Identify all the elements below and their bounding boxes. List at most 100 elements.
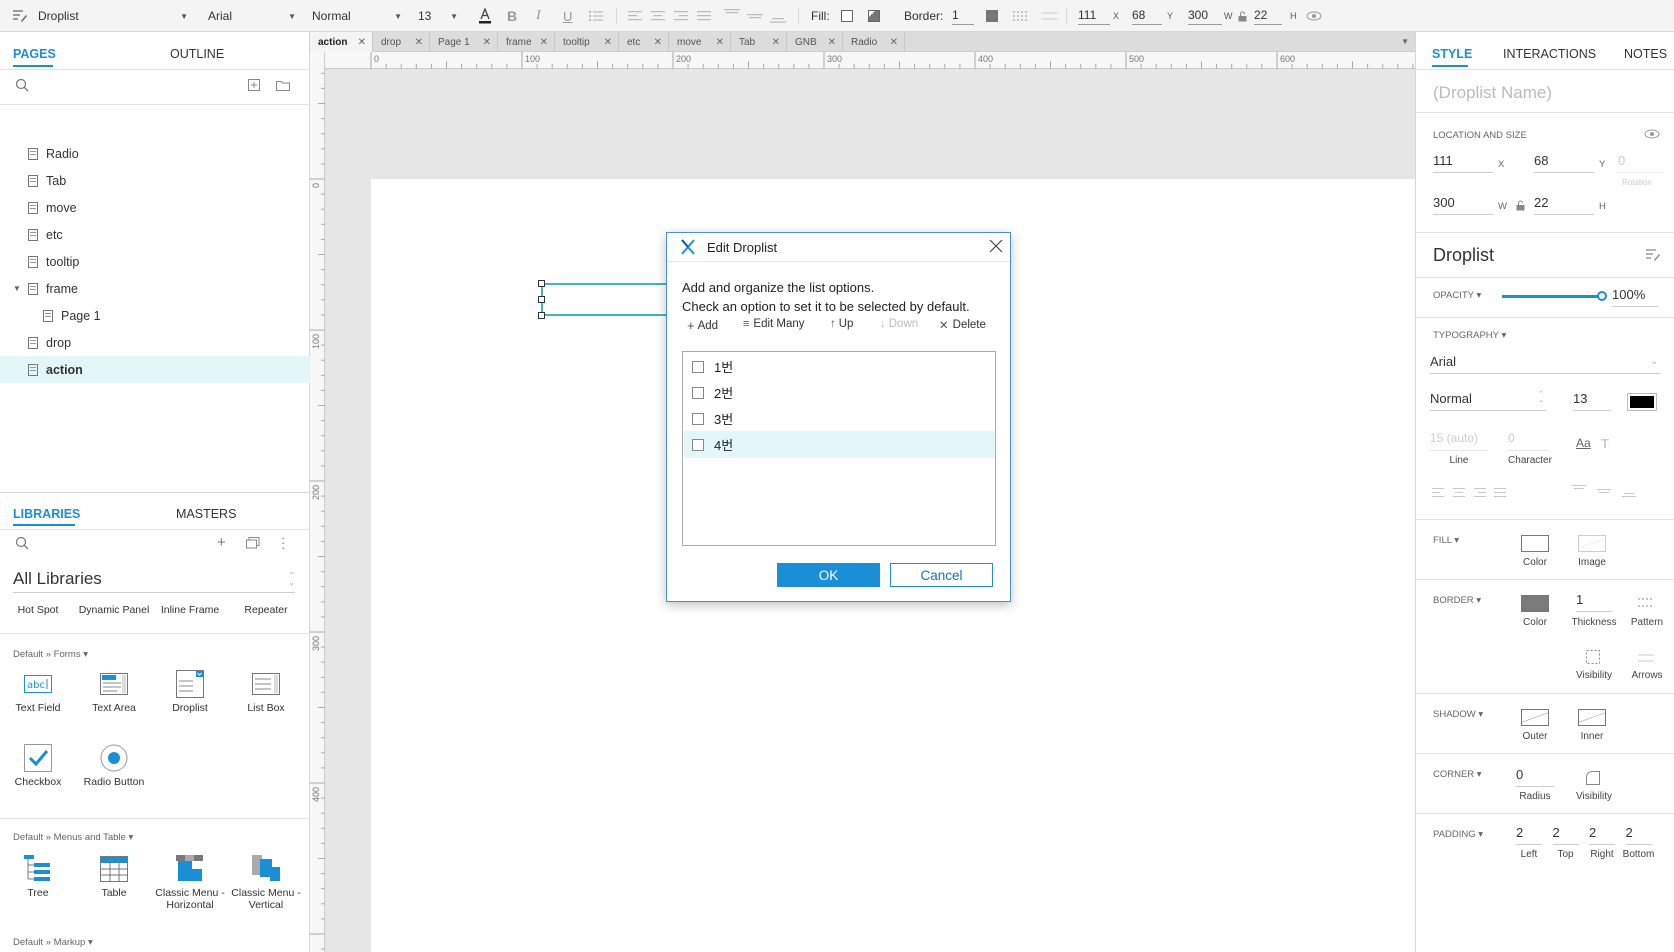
- x-field[interactable]: 111: [1078, 0, 1110, 32]
- add-folder-icon[interactable]: [276, 79, 290, 94]
- h-field[interactable]: 22: [1254, 0, 1282, 32]
- close-icon[interactable]: ✕: [890, 37, 898, 48]
- option-row[interactable]: 4번: [684, 431, 995, 458]
- corner-visibility-icon[interactable]: [1586, 771, 1600, 788]
- line-height-input[interactable]: 15 (auto): [1430, 431, 1488, 451]
- section-forms[interactable]: Default » Forms ▾: [13, 649, 88, 660]
- tab-frame[interactable]: frame ✕: [498, 32, 555, 52]
- text-shadow-icon[interactable]: T: [1601, 436, 1609, 451]
- font-family-select[interactable]: Arial ⌄: [1430, 354, 1660, 374]
- tab-outline[interactable]: OUTLINE: [170, 47, 224, 61]
- option-row[interactable]: 3번: [684, 405, 995, 432]
- edit-many-button[interactable]: ≡ Edit Many: [743, 318, 805, 330]
- lib-item[interactable]: Repeater: [228, 604, 304, 616]
- option-checkbox[interactable]: [692, 438, 704, 451]
- x-input[interactable]: 111: [1433, 153, 1493, 173]
- close-icon[interactable]: ✕: [540, 37, 548, 48]
- close-icon[interactable]: ✕: [828, 37, 836, 48]
- library-options-icon[interactable]: [246, 537, 260, 552]
- option-checkbox[interactable]: [692, 386, 704, 399]
- w-input[interactable]: 300: [1433, 195, 1493, 215]
- selected-droplist-widget[interactable]: [541, 283, 671, 316]
- page-tree-item[interactable]: Page 1: [0, 302, 310, 329]
- move-down-button[interactable]: ↓ Down: [880, 318, 918, 330]
- arrow-style-icon[interactable]: [1042, 0, 1058, 32]
- shadow-swatch[interactable]: [868, 0, 880, 32]
- lib-text-area[interactable]: Text Area: [76, 672, 152, 714]
- valign-top-icon[interactable]: [724, 0, 740, 32]
- y-input[interactable]: 68: [1534, 153, 1594, 173]
- y-field[interactable]: 68: [1132, 0, 1162, 32]
- close-icon[interactable]: ✕: [654, 37, 662, 48]
- tab-drop[interactable]: drop ✕: [373, 32, 430, 52]
- more-options-icon[interactable]: · · ·: [281, 531, 285, 554]
- search-icon[interactable]: [15, 78, 29, 95]
- option-checkbox[interactable]: [692, 412, 704, 425]
- shadow-section-label[interactable]: SHADOW ▾: [1433, 709, 1483, 720]
- corner-section-label[interactable]: CORNER ▾: [1433, 769, 1482, 780]
- font-weight-select[interactable]: Normal ⌃ ⌄: [1430, 391, 1546, 411]
- font-size-input[interactable]: 13: [1573, 391, 1611, 411]
- close-icon[interactable]: ✕: [716, 37, 724, 48]
- opacity-slider-knob[interactable]: [1597, 291, 1607, 301]
- widget-type-select[interactable]: Droplist ▼: [38, 0, 188, 32]
- lib-classic-menu-horizontal[interactable]: Classic Menu - Horizontal: [152, 855, 228, 911]
- tab-interactions[interactable]: INTERACTIONS: [1503, 47, 1596, 61]
- resize-handle[interactable]: [538, 312, 545, 319]
- add-option-button[interactable]: + Add: [687, 318, 718, 333]
- move-up-button[interactable]: ↑ Up: [830, 318, 853, 330]
- add-page-icon[interactable]: [248, 79, 260, 94]
- valign-bottom-icon[interactable]: [770, 0, 786, 32]
- lib-item[interactable]: Dynamic Panel: [76, 604, 152, 616]
- text-color-swatch[interactable]: [1627, 393, 1657, 411]
- close-icon[interactable]: ✕: [483, 37, 491, 48]
- align-center-icon[interactable]: [651, 0, 665, 32]
- lib-radio-button[interactable]: Radio Button: [76, 744, 152, 788]
- border-thickness-field[interactable]: 1: [952, 0, 974, 32]
- section-markup[interactable]: Default » Markup ▾: [13, 937, 93, 948]
- border-color-swatch[interactable]: [1521, 595, 1549, 612]
- vertical-align-icons[interactable]: [1572, 484, 1638, 501]
- tab-tooltip[interactable]: tooltip ✕: [555, 32, 619, 52]
- lib-item[interactable]: Inline Frame: [152, 604, 228, 616]
- option-checkbox[interactable]: [692, 360, 704, 373]
- padding-input[interactable]: 2: [1589, 825, 1615, 845]
- page-tree-item[interactable]: ▼ frame: [0, 275, 310, 302]
- text-align-icons[interactable]: [1432, 487, 1506, 502]
- lib-droplist[interactable]: Droplist: [152, 670, 228, 714]
- rotation-input[interactable]: 0: [1618, 153, 1662, 173]
- library-select[interactable]: All Libraries ⌃ ⌄: [13, 569, 295, 593]
- bullet-list-icon[interactable]: [588, 0, 604, 32]
- expand-triangle-icon[interactable]: ▼: [13, 284, 21, 293]
- tab-masters[interactable]: MASTERS: [176, 507, 236, 521]
- bold-icon[interactable]: B: [507, 0, 517, 32]
- valign-middle-icon[interactable]: [747, 0, 763, 32]
- page-tree-item[interactable]: etc: [0, 221, 310, 248]
- outer-shadow-swatch[interactable]: [1521, 709, 1549, 726]
- lib-classic-menu-vertical[interactable]: Classic Menu - Vertical: [228, 855, 304, 911]
- page-tree-item[interactable]: tooltip: [0, 248, 310, 275]
- padding-input[interactable]: 2: [1516, 825, 1542, 845]
- close-icon[interactable]: ✕: [415, 37, 423, 48]
- page-tree-item[interactable]: drop: [0, 329, 310, 356]
- page-tree-item[interactable]: move: [0, 194, 310, 221]
- close-icon[interactable]: ✕: [358, 37, 366, 48]
- tab-pages[interactable]: PAGES: [13, 47, 56, 61]
- ok-button[interactable]: OK: [777, 563, 880, 587]
- tab-libraries[interactable]: LIBRARIES: [13, 507, 80, 521]
- character-spacing-input[interactable]: 0: [1508, 431, 1548, 451]
- widget-name-input[interactable]: (Droplist Name): [1433, 83, 1552, 103]
- cancel-button[interactable]: Cancel: [890, 563, 993, 587]
- fill-color-swatch[interactable]: [841, 0, 853, 32]
- visibility-eye-icon[interactable]: [1644, 128, 1660, 142]
- font-size-select[interactable]: 13 ▼: [418, 0, 458, 32]
- delete-option-button[interactable]: ✕ Delete: [939, 318, 986, 332]
- tab-radio[interactable]: Radio ✕: [843, 32, 905, 52]
- close-icon[interactable]: ✕: [772, 37, 780, 48]
- opacity-slider-track[interactable]: [1502, 291, 1607, 301]
- lib-list-box[interactable]: List Box: [228, 672, 304, 714]
- opacity-input[interactable]: 100%: [1612, 287, 1658, 307]
- h-input[interactable]: 22: [1534, 195, 1594, 215]
- tab-gnb[interactable]: GNB ✕: [787, 32, 843, 52]
- text-case-icon[interactable]: Aa: [1576, 436, 1591, 450]
